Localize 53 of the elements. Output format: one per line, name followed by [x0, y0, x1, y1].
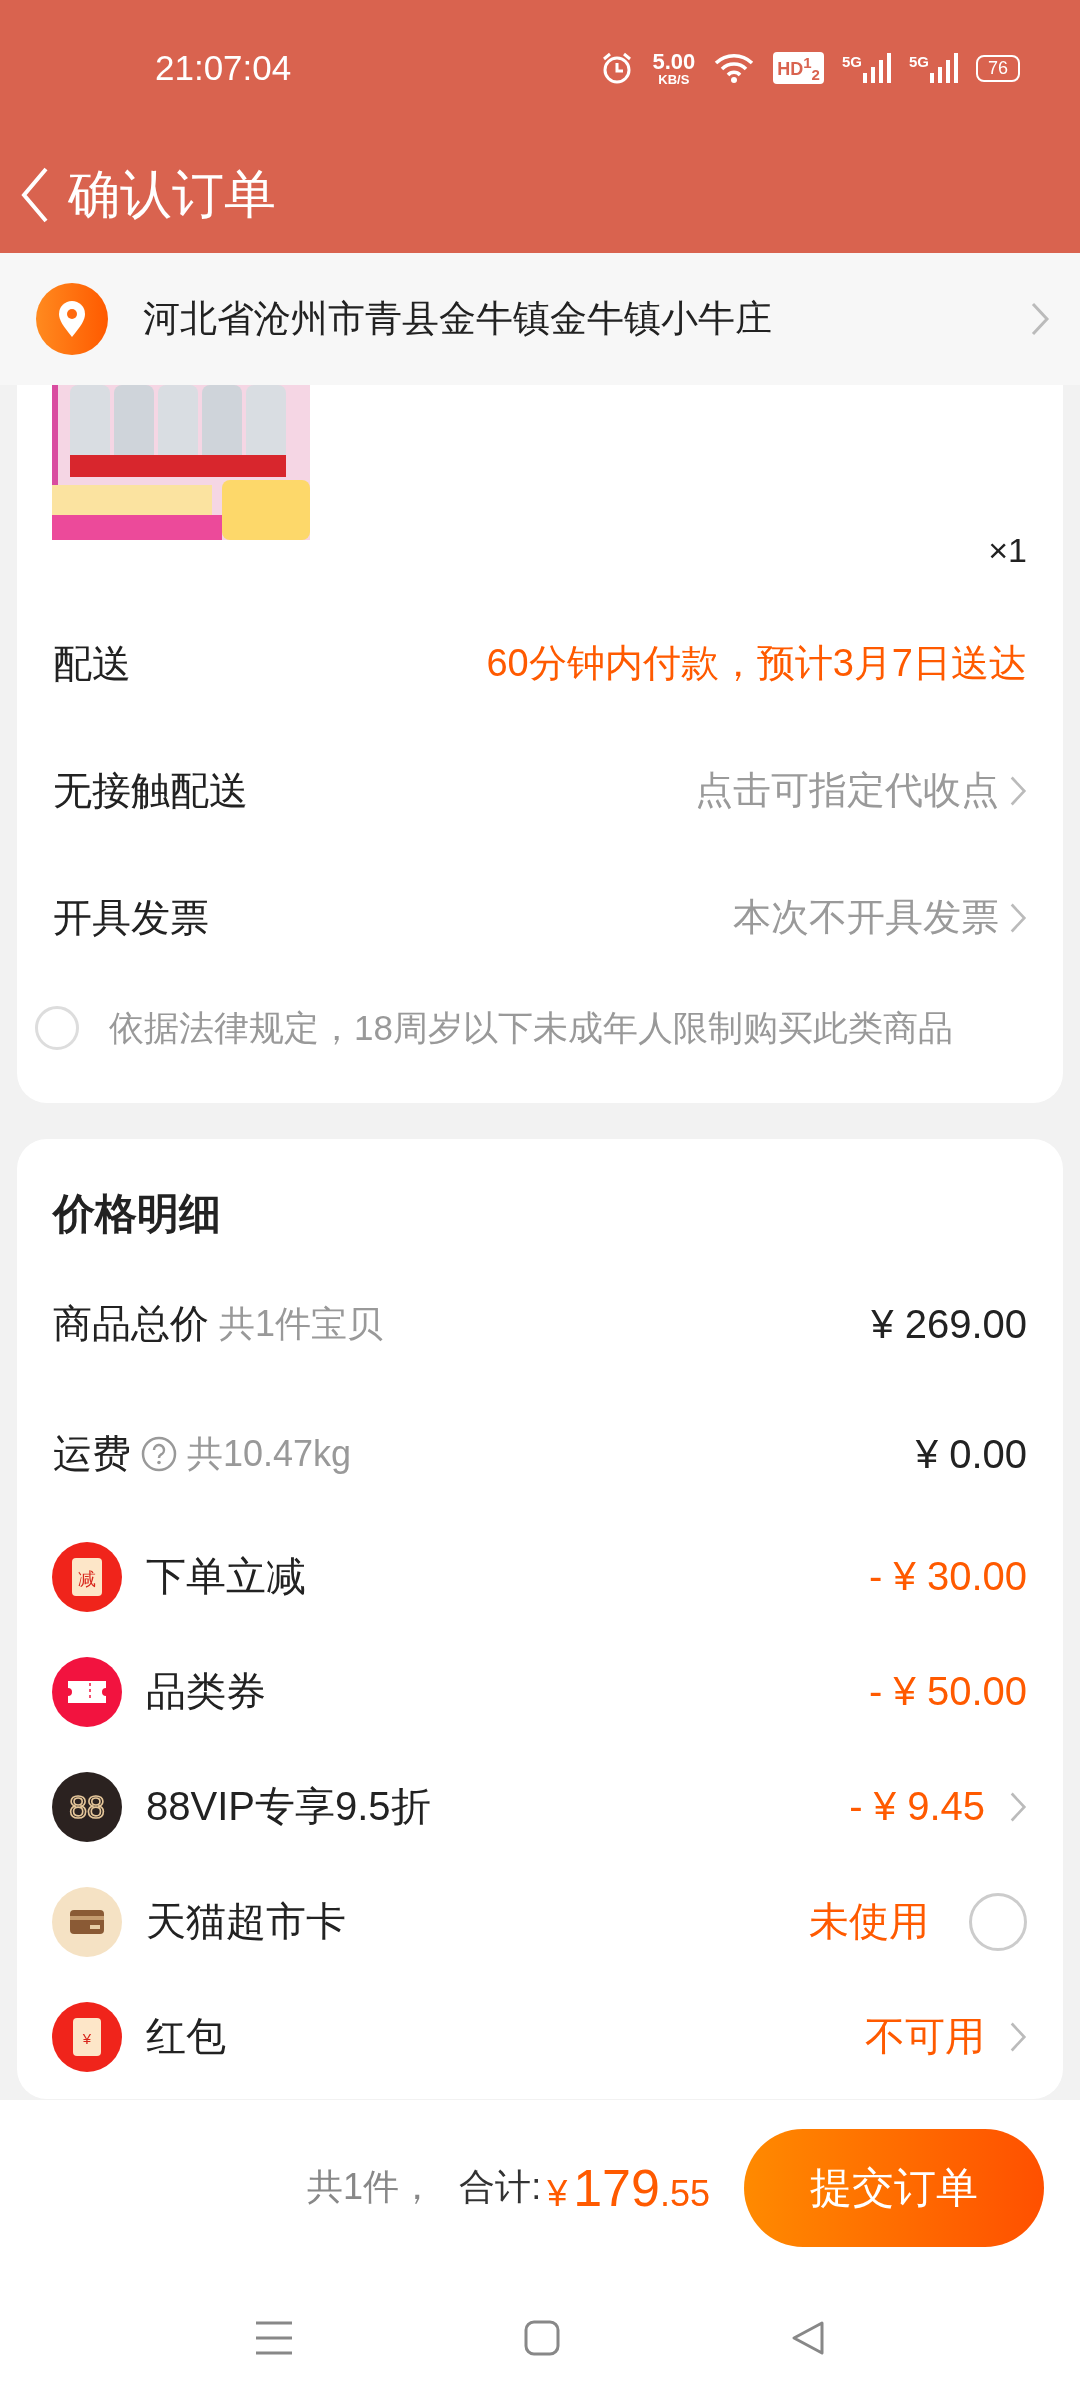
- discount-amount: 未使用: [809, 1898, 929, 1945]
- price-amount: ¥ 269.00: [871, 1301, 1027, 1347]
- item-count: 共1件，: [307, 2165, 436, 2209]
- envelope-icon: ¥: [52, 2001, 122, 2072]
- row-value: 本次不开具发票: [733, 895, 999, 940]
- page-title: 确认订单: [68, 163, 276, 225]
- card-icon: [52, 1886, 122, 1957]
- address-bar[interactable]: 河北省沧州市青县金牛镇金牛镇小牛庄: [0, 253, 1080, 385]
- battery-level: 76: [975, 54, 1020, 82]
- row-note: 共10.47kg: [187, 1431, 352, 1476]
- vip-icon: 88: [52, 1771, 122, 1842]
- location-pin-icon: [36, 283, 108, 355]
- address-text: 河北省沧州市青县金牛镇金牛镇小牛庄: [143, 297, 772, 341]
- network-type: 5G: [841, 53, 862, 70]
- signal-icon: [862, 53, 891, 83]
- network-type: 5G: [908, 53, 929, 70]
- consent-text: 依据法律规定，18周岁以下未成年人限制购买此类商品: [109, 1006, 953, 1049]
- discount-icon: 减: [52, 1541, 122, 1612]
- network-speed-unit: KB/S: [658, 72, 690, 86]
- row-label: 配送: [53, 640, 131, 687]
- row-label: 下单立减: [146, 1553, 306, 1600]
- row-label: 开具发票: [53, 894, 209, 941]
- back-icon[interactable]: [790, 2319, 826, 2356]
- row-value: 60分钟内付款，预计3月7日送达: [486, 641, 1027, 686]
- row-label: 天猫超市卡: [146, 1898, 346, 1945]
- row-label: 品类券: [146, 1668, 266, 1715]
- total-label: 合计:: [459, 2165, 542, 2209]
- discount-amount: - ¥ 30.00: [869, 1554, 1027, 1599]
- wifi-icon: [713, 52, 756, 84]
- row-note: 共1件宝贝: [219, 1301, 384, 1346]
- row-label: 红包: [146, 2013, 226, 2060]
- quantity: ×1: [988, 531, 1027, 570]
- total-price: ¥179.55: [547, 2157, 710, 2218]
- help-icon[interactable]: [141, 1436, 177, 1472]
- row-label: 88VIP专享9.5折: [146, 1783, 431, 1830]
- discount-amount: 不可用: [865, 2013, 985, 2060]
- network-speed: 5.00: [652, 50, 696, 73]
- home-icon[interactable]: [524, 2319, 560, 2356]
- row-value: 点击可指定代收点: [695, 768, 999, 813]
- chevron-right-icon: [1030, 301, 1050, 337]
- row-label: 运费: [53, 1431, 131, 1477]
- menu-icon[interactable]: [254, 2319, 294, 2356]
- ticket-icon: [52, 1656, 122, 1727]
- section-title: 价格明细: [51, 1189, 222, 1239]
- consent-checkbox[interactable]: [35, 1006, 79, 1050]
- signal-icon: [929, 53, 958, 83]
- row-label: 商品总价: [53, 1301, 209, 1347]
- discount-amount: - ¥ 50.00: [869, 1669, 1027, 1714]
- discount-amount: - ¥ 9.45: [849, 1784, 985, 1829]
- status-time: 21:07:04: [155, 48, 292, 88]
- use-toggle[interactable]: [969, 1892, 1027, 1951]
- price-amount: ¥ 0.00: [915, 1431, 1027, 1477]
- row-label: 无接触配送: [53, 767, 248, 814]
